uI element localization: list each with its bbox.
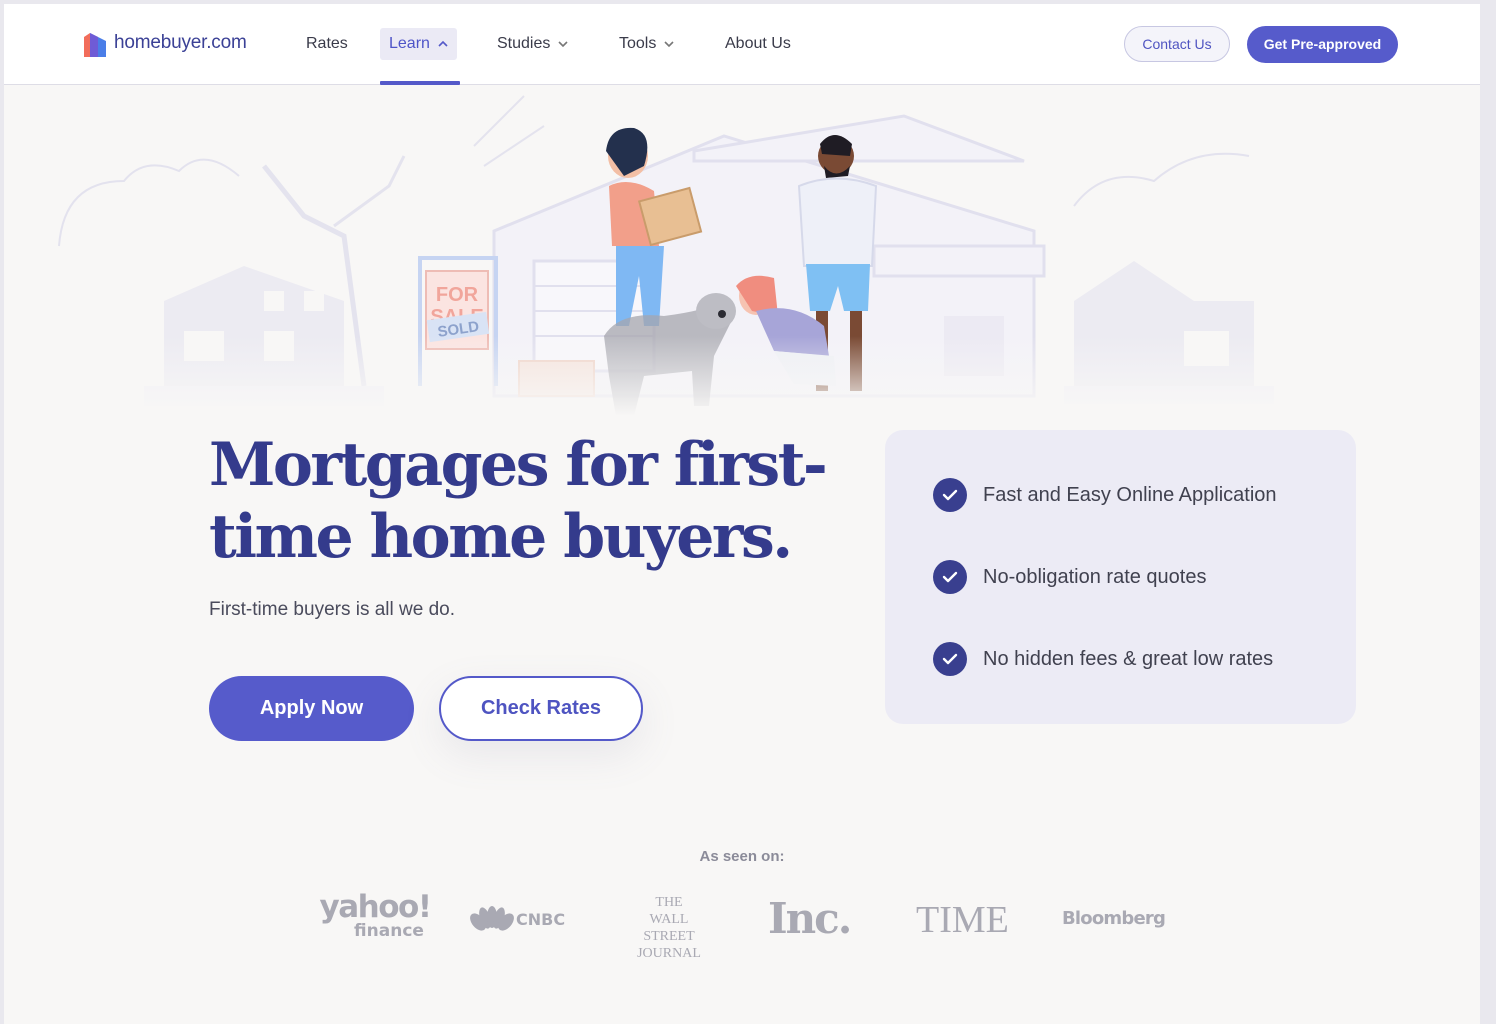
nav-rates[interactable]: Rates bbox=[306, 28, 348, 60]
cnbc-text: CNBC bbox=[516, 909, 566, 929]
as-seen-on-label: As seen on: bbox=[699, 848, 785, 865]
feature-text: No hidden fees & great low rates bbox=[983, 647, 1274, 670]
check-rates-button[interactable]: Check Rates bbox=[439, 676, 643, 741]
feature-item: No-obligation rate quotes bbox=[933, 560, 1206, 594]
time-logo: TIME bbox=[916, 899, 1009, 941]
yahoo-text: yahoo! bbox=[319, 889, 432, 925]
bloomberg-logo: Bloomberg bbox=[1062, 908, 1166, 929]
hero-illustration: FOR SALE SOLD bbox=[4, 95, 1480, 416]
nav-about[interactable]: About Us bbox=[725, 28, 791, 60]
get-preapproved-button[interactable]: Get Pre-approved bbox=[1247, 26, 1398, 63]
inc-logo: Inc. bbox=[768, 894, 852, 943]
feature-item: No hidden fees & great low rates bbox=[933, 642, 1273, 676]
press-logos: yahoo! finance CNBC THE WALL STREET JOUR… bbox=[4, 884, 1480, 964]
page: homebuyer.com Rates Learn Studies Tools … bbox=[4, 4, 1480, 1024]
checkmark-icon bbox=[933, 560, 967, 594]
hero-subhead: First-time buyers is all we do. bbox=[209, 599, 456, 620]
nav-about-label: About Us bbox=[725, 35, 791, 52]
checkmark-icon bbox=[933, 478, 967, 512]
nav-tools-label: Tools bbox=[619, 35, 657, 52]
active-nav-indicator bbox=[380, 81, 460, 85]
nav-studies[interactable]: Studies bbox=[497, 28, 568, 60]
wsj-logo: THE WALL STREET JOURNAL bbox=[624, 894, 714, 962]
wsj-line1: THE bbox=[655, 895, 683, 910]
hero-headline: Mortgages for first-time home buyers. bbox=[209, 430, 828, 572]
nav-studies-label: Studies bbox=[497, 35, 551, 52]
peacock-icon bbox=[470, 906, 514, 931]
cnbc-logo: CNBC bbox=[470, 906, 565, 932]
yahoo-finance-logo: yahoo! finance bbox=[316, 889, 434, 941]
checkmark-icon bbox=[933, 642, 967, 676]
feature-item: Fast and Easy Online Application bbox=[933, 478, 1277, 512]
logo[interactable]: homebuyer.com bbox=[84, 28, 247, 58]
nav-learn-label: Learn bbox=[389, 35, 430, 52]
brand-name: homebuyer.com bbox=[114, 32, 247, 53]
sign-for: FOR bbox=[436, 284, 479, 306]
nav-learn[interactable]: Learn bbox=[380, 28, 457, 60]
wsj-line3: JOURNAL bbox=[637, 946, 701, 961]
nav-rates-label: Rates bbox=[306, 35, 348, 52]
apply-now-button[interactable]: Apply Now bbox=[209, 676, 414, 741]
chevron-up-icon bbox=[438, 40, 448, 47]
wsj-line2: WALL STREET bbox=[643, 912, 695, 944]
nav-tools[interactable]: Tools bbox=[619, 28, 674, 60]
chevron-down-icon bbox=[664, 41, 674, 48]
house-logo-icon bbox=[84, 33, 106, 57]
contact-us-button[interactable]: Contact Us bbox=[1124, 26, 1230, 62]
top-nav: homebuyer.com Rates Learn Studies Tools … bbox=[4, 4, 1480, 85]
features-panel: Fast and Easy Online Application No-obli… bbox=[885, 430, 1356, 724]
finance-text: finance bbox=[354, 921, 424, 941]
feature-text: No-obligation rate quotes bbox=[983, 565, 1207, 588]
chevron-down-icon bbox=[558, 41, 568, 48]
feature-text: Fast and Easy Online Application bbox=[983, 483, 1277, 506]
